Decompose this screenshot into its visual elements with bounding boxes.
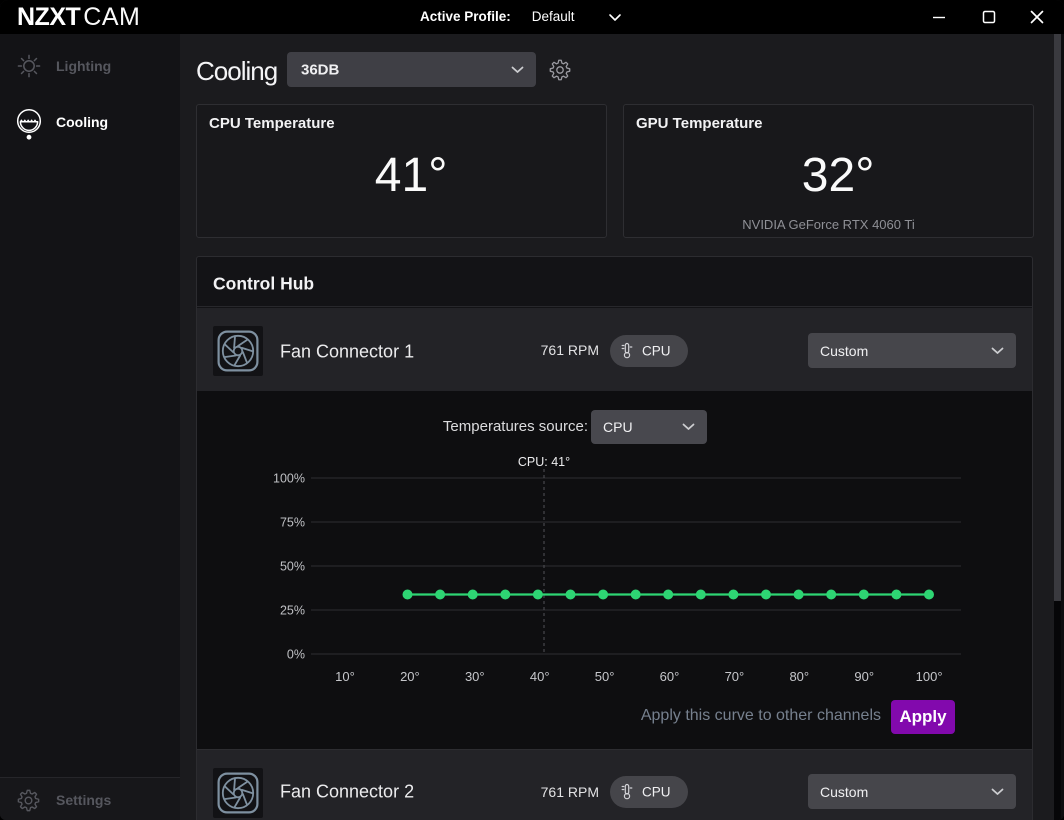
svg-text:30°: 30° [465,669,485,684]
svg-text:40°: 40° [530,669,550,684]
svg-text:10°: 10° [335,669,355,684]
svg-text:75%: 75% [280,516,305,530]
svg-text:90°: 90° [854,669,874,684]
svg-text:20°: 20° [400,669,420,684]
svg-text:0%: 0% [287,648,305,662]
svg-text:100°: 100° [916,669,943,684]
svg-text:100%: 100% [273,472,305,486]
svg-text:70°: 70° [725,669,745,684]
svg-text:50%: 50% [280,560,305,574]
svg-text:80°: 80° [789,669,809,684]
svg-text:50°: 50° [595,669,615,684]
svg-text:60°: 60° [660,669,680,684]
svg-text:25%: 25% [280,604,305,618]
svg-text:CPU: 41°: CPU: 41° [518,455,570,469]
